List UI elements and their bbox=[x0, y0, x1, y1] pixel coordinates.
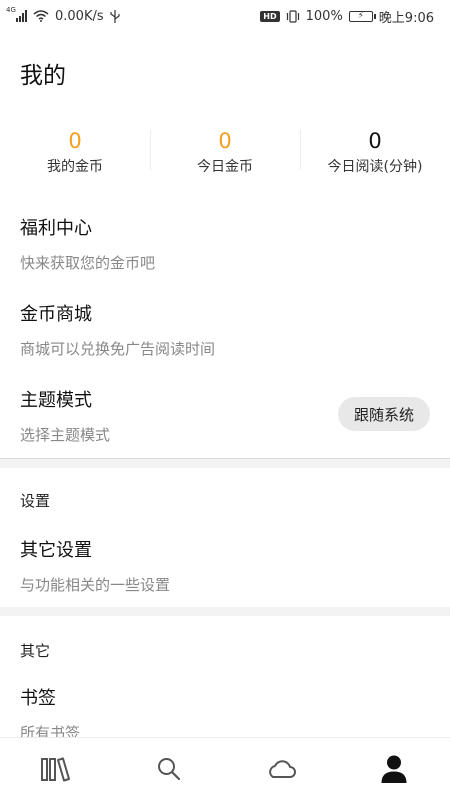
item-title: 书签 bbox=[20, 688, 56, 709]
stat-my-coins[interactable]: 0 我的金币 bbox=[0, 122, 150, 182]
other-section-heading: 其它 bbox=[20, 642, 51, 660]
item-title: 福利中心 bbox=[20, 218, 92, 239]
settings-section-heading: 设置 bbox=[20, 492, 51, 510]
item-subtitle: 商城可以兑换免广告阅读时间 bbox=[20, 340, 216, 358]
signal-icon: 4G bbox=[6, 6, 27, 22]
usb-icon bbox=[110, 9, 120, 23]
item-title: 主题模式 bbox=[20, 390, 92, 411]
nav-profile[interactable] bbox=[364, 744, 424, 794]
item-title: 金币商城 bbox=[20, 304, 92, 325]
stat-label: 我的金币 bbox=[47, 159, 103, 175]
search-icon bbox=[157, 758, 180, 781]
stat-value: 0 bbox=[68, 129, 82, 153]
nav-cloud[interactable] bbox=[251, 744, 311, 794]
section-divider bbox=[0, 458, 450, 468]
item-subtitle: 与功能相关的一些设置 bbox=[20, 576, 171, 594]
nav-bookshelf[interactable] bbox=[26, 744, 86, 794]
item-subtitle: 选择主题模式 bbox=[20, 426, 111, 444]
other-settings-item[interactable]: 其它设置 与功能相关的一些设置 bbox=[0, 528, 450, 598]
stat-label: 今日阅读(分钟) bbox=[327, 159, 423, 175]
coin-store-item[interactable]: 金币商城 商城可以兑换免广告阅读时间 bbox=[0, 292, 450, 362]
status-right: HD 100% ⚡ 晚上9:06 bbox=[260, 7, 434, 26]
network-type: 4G bbox=[6, 6, 16, 14]
profile-icon bbox=[381, 755, 407, 783]
battery-percent: 100% bbox=[305, 8, 343, 24]
status-bar: 4G 0.00K/s HD 100% ⚡ 晚上9:06 bbox=[0, 0, 450, 32]
stat-value: 0 bbox=[368, 129, 382, 153]
bookmarks-item[interactable]: 书签 所有书签 bbox=[0, 676, 450, 740]
nav-search[interactable] bbox=[139, 744, 199, 794]
network-speed: 0.00K/s bbox=[55, 8, 104, 24]
theme-mode-selector[interactable]: 跟随系统 bbox=[337, 397, 430, 431]
wifi-icon bbox=[33, 10, 49, 22]
stat-label: 今日金币 bbox=[197, 159, 253, 175]
stat-today-coins[interactable]: 0 今日金币 bbox=[150, 122, 300, 182]
stat-today-reading[interactable]: 0 今日阅读(分钟) bbox=[300, 122, 450, 182]
cloud-icon bbox=[269, 760, 297, 778]
bottom-navigation bbox=[0, 737, 450, 800]
welfare-center-item[interactable]: 福利中心 快来获取您的金币吧 bbox=[0, 206, 450, 276]
theme-mode-item[interactable]: 主题模式 选择主题模式 跟随系统 bbox=[0, 378, 450, 448]
clock: 晚上9:06 bbox=[378, 10, 434, 26]
hd-badge: HD bbox=[260, 10, 280, 22]
bookshelf-icon bbox=[41, 757, 71, 782]
stats-row: 0 我的金币 0 今日金币 0 今日阅读(分钟) bbox=[0, 122, 450, 182]
battery-icon: ⚡ bbox=[348, 10, 376, 22]
status-left: 4G 0.00K/s bbox=[6, 6, 120, 24]
page-title: 我的 bbox=[20, 63, 66, 89]
vibrate-icon bbox=[286, 9, 299, 23]
section-divider bbox=[0, 607, 450, 616]
item-subtitle: 快来获取您的金币吧 bbox=[20, 254, 156, 272]
item-title: 其它设置 bbox=[20, 540, 92, 561]
stat-value: 0 bbox=[218, 129, 232, 153]
